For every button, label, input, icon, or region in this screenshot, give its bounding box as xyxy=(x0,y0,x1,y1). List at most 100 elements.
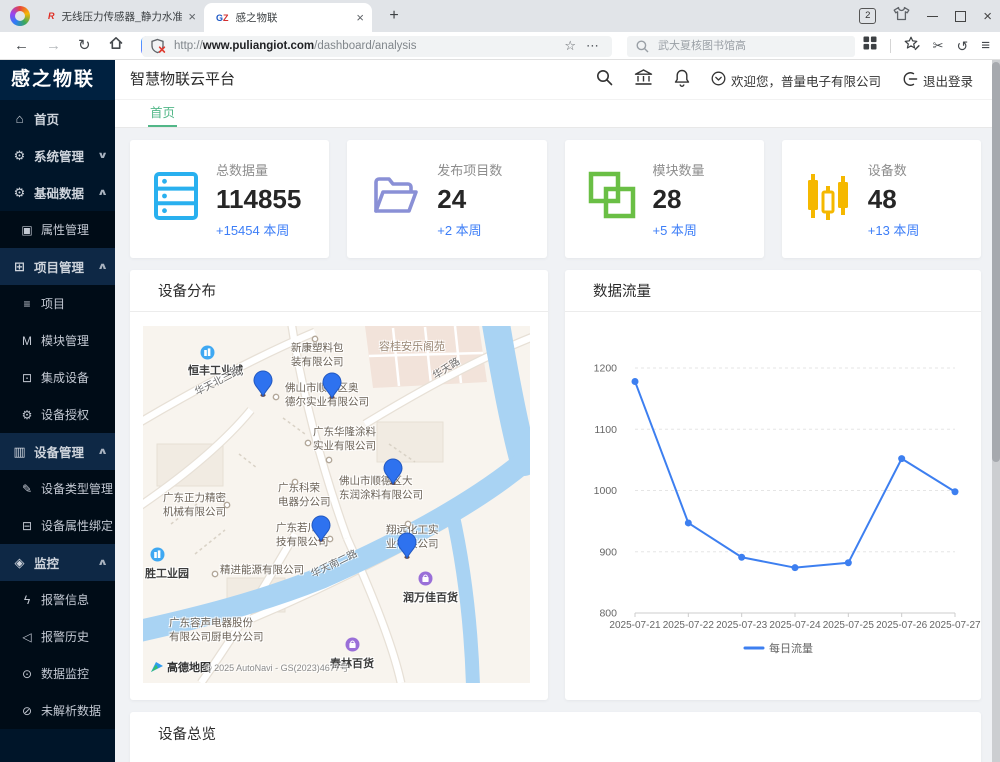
sidebar-item[interactable]: ⌂首页 xyxy=(0,100,115,137)
sidebar-item[interactable]: ⊙数据监控 xyxy=(0,655,115,692)
dot-poi-icon xyxy=(223,496,231,514)
forward-button[interactable]: → xyxy=(46,38,61,53)
theme-shirt-icon[interactable] xyxy=(893,6,910,26)
map-label: 润万佳百货 xyxy=(403,591,458,605)
gear-icon: ⚙ xyxy=(11,185,28,201)
sidebar-item[interactable]: ⊘未解析数据 xyxy=(0,692,115,729)
browser-menu-icon[interactable]: ≡ xyxy=(981,38,990,53)
stat-card: 发布项目数24+2 本周 xyxy=(347,140,546,258)
apps-grid-icon[interactable] xyxy=(863,36,877,55)
data-point[interactable] xyxy=(738,554,745,561)
search-icon xyxy=(636,40,649,53)
tab-close-icon[interactable]: × xyxy=(188,9,196,24)
sidebar-item-label: 报警历史 xyxy=(41,628,89,645)
list-icon: ≡ xyxy=(19,297,35,311)
chart-legend[interactable]: 每日流量 xyxy=(745,641,813,655)
reload-button[interactable]: ↻ xyxy=(78,38,91,53)
favicon-letter: G xyxy=(216,13,223,23)
sidebar-item[interactable]: ⊞项目管理∧ xyxy=(0,248,115,285)
logout-icon xyxy=(902,71,918,90)
insecure-shield-icon[interactable] xyxy=(151,38,166,54)
screenshot-scissors-icon[interactable]: ✂ xyxy=(933,39,944,52)
sidebar-item[interactable]: M模块管理 xyxy=(0,322,115,359)
minimize-button[interactable] xyxy=(927,16,938,17)
home-button[interactable] xyxy=(108,35,124,56)
favorites-star-pen-icon[interactable] xyxy=(904,36,920,56)
toolbar-right-icons: ✂ ↺ ≡ xyxy=(863,32,990,59)
sidebar-item[interactable]: ◈监控∧ xyxy=(0,544,115,581)
bolt-icon: ϟ xyxy=(19,593,35,607)
map-attribution: © 2025 AutoNavi - GS(2023)4677号 xyxy=(205,661,349,674)
bell-icon[interactable] xyxy=(674,69,690,92)
sidebar-item[interactable]: ▣属性管理 xyxy=(0,211,115,248)
welcome-text: 欢迎您，普量电子有限公司 xyxy=(731,71,881,90)
page-title: 智慧物联云平台 xyxy=(130,60,235,100)
device-pin-icon[interactable] xyxy=(322,372,342,399)
map-label: 容桂安乐阁苑 xyxy=(379,340,445,354)
sidebar-item[interactable]: ≡项目 xyxy=(0,285,115,322)
eye-icon: ⊙ xyxy=(19,667,35,681)
user-welcome-dropdown[interactable]: 欢迎您，普量电子有限公司 xyxy=(711,71,881,90)
address-more-icon[interactable]: ⋯ xyxy=(586,38,599,54)
sidebar-item-label: 系统管理 xyxy=(34,146,84,165)
shop-poi-icon xyxy=(345,637,360,657)
tab-count-badge[interactable]: 2 xyxy=(859,8,876,24)
sidebar-item-label: 设备授权 xyxy=(41,406,89,423)
y-axis-tick-label: 900 xyxy=(599,546,617,558)
grid-icon: ⊞ xyxy=(11,259,28,275)
restore-undo-icon[interactable]: ↺ xyxy=(957,39,969,53)
close-window-button[interactable]: × xyxy=(983,9,992,24)
stat-label: 设备数 xyxy=(868,160,920,179)
shop-poi-icon xyxy=(418,571,433,591)
address-bar[interactable]: http://www.puliangiot.com/dashboard/anal… xyxy=(142,36,612,57)
folder-icon xyxy=(370,171,420,222)
y-axis-tick-label: 1200 xyxy=(594,363,618,375)
device-pin-icon[interactable] xyxy=(311,515,331,542)
tab-close-icon[interactable]: × xyxy=(356,10,364,25)
map-label: 广东正力精密 机械有限公司 xyxy=(163,492,226,519)
y-axis-tick-label: 800 xyxy=(599,608,617,620)
bookmark-star-icon[interactable]: ☆ xyxy=(564,38,576,54)
chevron-up-icon: ∧ xyxy=(97,261,108,272)
logout-button[interactable]: 退出登录 xyxy=(902,71,973,90)
data-point[interactable] xyxy=(952,488,959,495)
stat-cards-row: 总数据量114855+15454 本周发布项目数24+2 本周模块数量28+5 … xyxy=(130,140,981,258)
tab-home[interactable]: 首页 xyxy=(148,100,177,127)
sidebar-item[interactable]: ✎设备类型管理 xyxy=(0,470,115,507)
browser-tab[interactable]: GZ感之物联× xyxy=(204,3,372,32)
data-point[interactable] xyxy=(845,559,852,566)
browser-search-input[interactable] xyxy=(656,39,830,53)
window-controls: 2 × xyxy=(859,0,992,32)
sidebar-item[interactable]: ◁报警历史 xyxy=(0,618,115,655)
device-pin-icon[interactable] xyxy=(397,532,417,559)
sidebar-item[interactable]: ⚙ 设备授权 xyxy=(0,396,115,433)
sidebar-item-label: 设备属性绑定 xyxy=(41,517,113,534)
sidebar-item[interactable]: ▥设备管理∧ xyxy=(0,433,115,470)
scrollbar-thumb[interactable] xyxy=(992,62,1000,462)
back-button[interactable]: ← xyxy=(14,38,29,53)
browser-search-box[interactable] xyxy=(627,36,855,57)
device-pin-icon[interactable] xyxy=(253,370,273,397)
sidebar-item[interactable]: ⚙基础数据∧ xyxy=(0,174,115,211)
x-axis-tick-label: 2025-07-24 xyxy=(769,620,821,631)
bank-icon[interactable] xyxy=(634,69,653,91)
map-canvas[interactable]: 恒丰工业城新康塑料包 装有限公司容桂安乐阁苑佛山市顺德区奥 德尔实业有限公司广东… xyxy=(143,326,530,683)
sidebar-item[interactable]: ⚙系统管理∨ xyxy=(0,137,115,174)
new-tab-button[interactable]: + xyxy=(382,4,406,28)
data-point[interactable] xyxy=(685,519,692,526)
map-label: 广东华隆涂料 实业有限公司 xyxy=(313,426,376,453)
browser-logo-icon[interactable] xyxy=(10,6,30,26)
data-point[interactable] xyxy=(792,564,799,571)
sidebar-item[interactable]: ⊡集成设备 xyxy=(0,359,115,396)
stat-value: 48 xyxy=(868,184,920,215)
data-point[interactable] xyxy=(898,455,905,462)
device-pin-icon[interactable] xyxy=(383,458,403,485)
gear-icon: ⚙ xyxy=(19,408,35,422)
box-icon: ⊡ xyxy=(19,371,35,385)
sidebar-item[interactable]: ⊟设备属性绑定 xyxy=(0,507,115,544)
header-search-icon[interactable] xyxy=(596,69,613,91)
sidebar-item[interactable]: ϟ报警信息 xyxy=(0,581,115,618)
browser-tab[interactable]: R无线压力传感器_静力水准仪_× xyxy=(36,0,204,32)
maximize-button[interactable] xyxy=(955,11,966,22)
data-point[interactable] xyxy=(632,378,639,385)
